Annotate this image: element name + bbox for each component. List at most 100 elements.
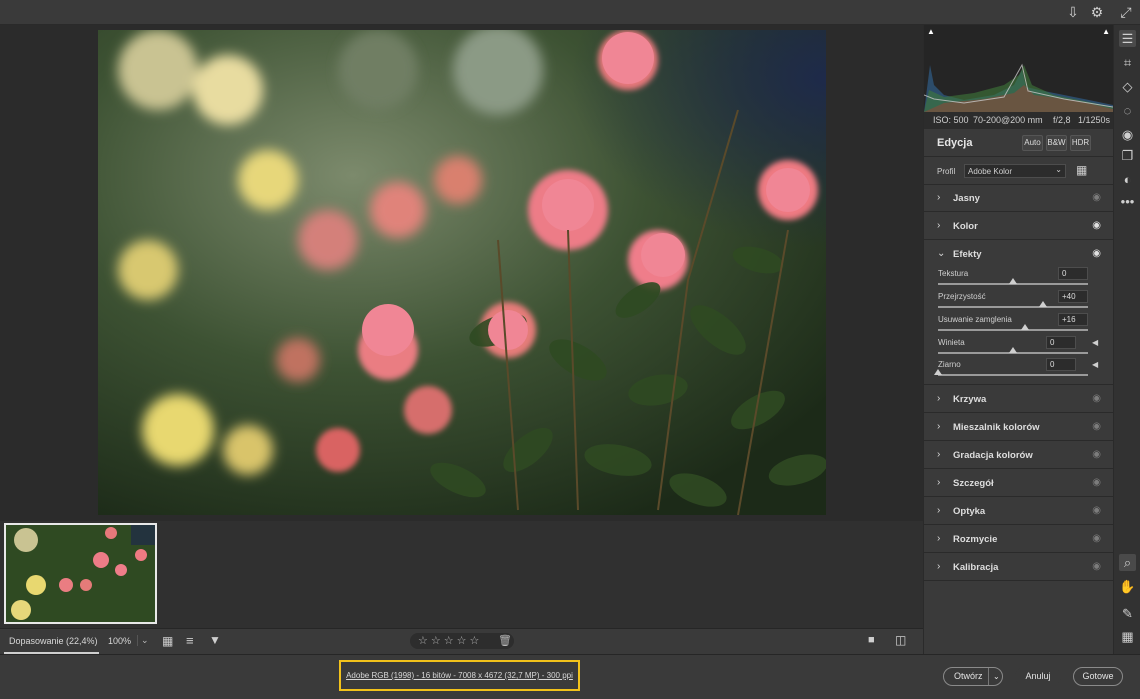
- more-icon[interactable]: •••: [1119, 193, 1136, 210]
- section-szczegol[interactable]: › Szczegół ◉: [924, 470, 1113, 497]
- chevron-right-icon: ›: [937, 505, 941, 516]
- thumbnail[interactable]: [4, 523, 157, 624]
- eye-icon[interactable]: ◉: [1092, 533, 1101, 544]
- expand-icon[interactable]: ⤢: [1118, 4, 1134, 20]
- file-info-link[interactable]: Adobe RGB (1998) - 16 bitów - 7008 x 467…: [339, 660, 580, 691]
- slider-track[interactable]: [938, 329, 1088, 331]
- section-label: Kolor: [953, 221, 978, 232]
- profile-label: Profil: [937, 167, 956, 176]
- eye-icon[interactable]: ◉: [1092, 421, 1101, 432]
- hand-icon[interactable]: ✋: [1119, 578, 1136, 595]
- gear-icon[interactable]: ⚙: [1089, 4, 1105, 20]
- slider-knob[interactable]: [934, 369, 942, 375]
- chevron-right-icon: ›: [937, 192, 941, 203]
- slider-value-input[interactable]: +16: [1058, 313, 1088, 326]
- edit-sliders-icon[interactable]: ☰: [1119, 30, 1136, 47]
- slider-value-input[interactable]: 0: [1058, 267, 1088, 280]
- section-gradacja-kolorow[interactable]: › Gradacja kolorów ◉: [924, 442, 1113, 469]
- footer-bar: Adobe RGB (1998) - 16 bitów - 7008 x 467…: [0, 654, 1140, 699]
- eye-icon[interactable]: ◉: [1092, 561, 1101, 572]
- hdr-button[interactable]: HDR: [1070, 135, 1091, 151]
- open-dropdown-icon[interactable]: ⌄: [988, 668, 1000, 685]
- zoom-icon[interactable]: ⌕: [1119, 554, 1136, 571]
- clipping-highlights-icon[interactable]: ▲: [1102, 27, 1110, 36]
- eye-icon[interactable]: ◉: [1092, 220, 1101, 231]
- slider-knob[interactable]: [1039, 301, 1047, 307]
- slider-knob[interactable]: [1021, 324, 1029, 330]
- auto-button[interactable]: Auto: [1022, 135, 1043, 151]
- slider-label: Usuwanie zamglenia: [938, 315, 1012, 324]
- section-jasny[interactable]: › Jasny ◉: [924, 185, 1113, 212]
- expand-options-icon[interactable]: ◀: [1092, 338, 1098, 347]
- red-eye-icon[interactable]: ◉: [1119, 126, 1136, 143]
- section-label: Jasny: [953, 193, 980, 204]
- sort-icon[interactable]: ≡: [186, 633, 194, 648]
- section-label[interactable]: Efekty: [953, 249, 982, 260]
- expand-options-icon[interactable]: ◀: [1092, 360, 1098, 369]
- section-label: Mieszalnik kolorów: [953, 422, 1040, 433]
- profile-select-value: Adobe Kolor: [968, 167, 1013, 176]
- section-krzywa[interactable]: › Krzywa ◉: [924, 386, 1113, 413]
- histogram: ▲ ▲: [923, 25, 1114, 112]
- eye-icon[interactable]: ◉: [1092, 505, 1101, 516]
- edit-title: Edycja: [937, 137, 973, 149]
- section-label: Optyka: [953, 506, 986, 517]
- crop-icon[interactable]: ⌗: [1119, 54, 1136, 71]
- done-button[interactable]: Gotowe: [1073, 667, 1123, 686]
- export-icon[interactable]: ⇩: [1065, 4, 1081, 20]
- exif-iso: ISO: 500: [933, 115, 969, 125]
- section-label: Krzywa: [953, 394, 987, 405]
- compare-single-icon[interactable]: ■: [868, 634, 875, 646]
- trash-icon[interactable]: 🗑: [498, 633, 512, 649]
- healing-icon[interactable]: ◇: [1119, 78, 1136, 95]
- slider-knob[interactable]: [1009, 347, 1017, 353]
- slider-track[interactable]: [938, 306, 1088, 308]
- section-kalibracja[interactable]: › Kalibracja ◉: [924, 554, 1113, 581]
- slider-knob[interactable]: [1009, 278, 1017, 284]
- zoom-100-button[interactable]: 100%: [108, 636, 131, 646]
- section-optyka[interactable]: › Optyka ◉: [924, 498, 1113, 525]
- section-mieszalnik-kolorow[interactable]: › Mieszalnik kolorów ◉: [924, 414, 1113, 441]
- bottom-toolbar: Dopasowanie (22,4%) 100% ⌄ ▦ ≡ ▼ ☆☆☆☆☆ 🗑…: [0, 628, 923, 654]
- slider-value-input[interactable]: 0: [1046, 358, 1076, 371]
- eye-icon[interactable]: ◉: [1092, 192, 1101, 203]
- slider-label: Tekstura: [938, 269, 969, 278]
- profile-select[interactable]: Adobe Kolor ⌄: [964, 164, 1066, 178]
- masking-icon[interactable]: ◌: [1119, 102, 1136, 119]
- exif-lens: 70-200@200 mm: [973, 115, 1043, 125]
- open-button-label: Otwórz: [954, 671, 983, 681]
- section-kolor[interactable]: › Kolor ◉: [924, 213, 1113, 240]
- clipping-shadows-icon[interactable]: ▲: [927, 27, 935, 36]
- filmstrip-icon[interactable]: ▦: [162, 634, 173, 648]
- chevron-down-icon[interactable]: ⌄: [937, 248, 945, 259]
- section-label: Rozmycie: [953, 534, 998, 545]
- open-button[interactable]: Otwórz ⌄: [943, 667, 1003, 686]
- section-efekty: ⌄ Efekty ◉ Tekstura 0 Przejrzystość +40 …: [924, 241, 1113, 385]
- filter-icon[interactable]: ▼: [209, 633, 221, 647]
- zoom-fit-button[interactable]: Dopasowanie (22,4%): [9, 636, 98, 646]
- eye-icon[interactable]: ◉: [1092, 248, 1101, 259]
- section-rozmycie[interactable]: › Rozmycie ◉: [924, 526, 1113, 553]
- slider-track[interactable]: [938, 374, 1088, 376]
- main-photo[interactable]: [98, 30, 826, 515]
- eye-icon[interactable]: ◉: [1092, 393, 1101, 404]
- chevron-right-icon: ›: [937, 561, 941, 572]
- bw-button[interactable]: B&W: [1046, 135, 1067, 151]
- presets-icon[interactable]: ◐: [1119, 171, 1136, 188]
- grid-icon[interactable]: ▦: [1119, 628, 1136, 645]
- eye-icon[interactable]: ◉: [1092, 477, 1101, 488]
- color-sampler-icon[interactable]: ✎: [1119, 605, 1136, 622]
- eye-icon[interactable]: ◉: [1092, 449, 1101, 460]
- rating-stars[interactable]: ☆☆☆☆☆: [418, 635, 482, 647]
- edit-header: Edycja Auto B&W HDR: [924, 129, 1113, 157]
- profile-browser-icon[interactable]: ▦: [1076, 163, 1087, 177]
- slider-value-input[interactable]: +40: [1058, 290, 1088, 303]
- zoom-dropdown-icon[interactable]: ⌄: [137, 635, 149, 646]
- exif-shutter: 1/1250s: [1078, 115, 1111, 125]
- compare-split-icon[interactable]: ◫: [895, 633, 906, 647]
- chevron-right-icon: ›: [937, 220, 941, 231]
- slider-label: Ziarno: [938, 360, 961, 369]
- slider-value-input[interactable]: 0: [1046, 336, 1076, 349]
- snapshots-icon[interactable]: ❐: [1119, 147, 1136, 164]
- cancel-button[interactable]: Anuluj: [1015, 667, 1061, 686]
